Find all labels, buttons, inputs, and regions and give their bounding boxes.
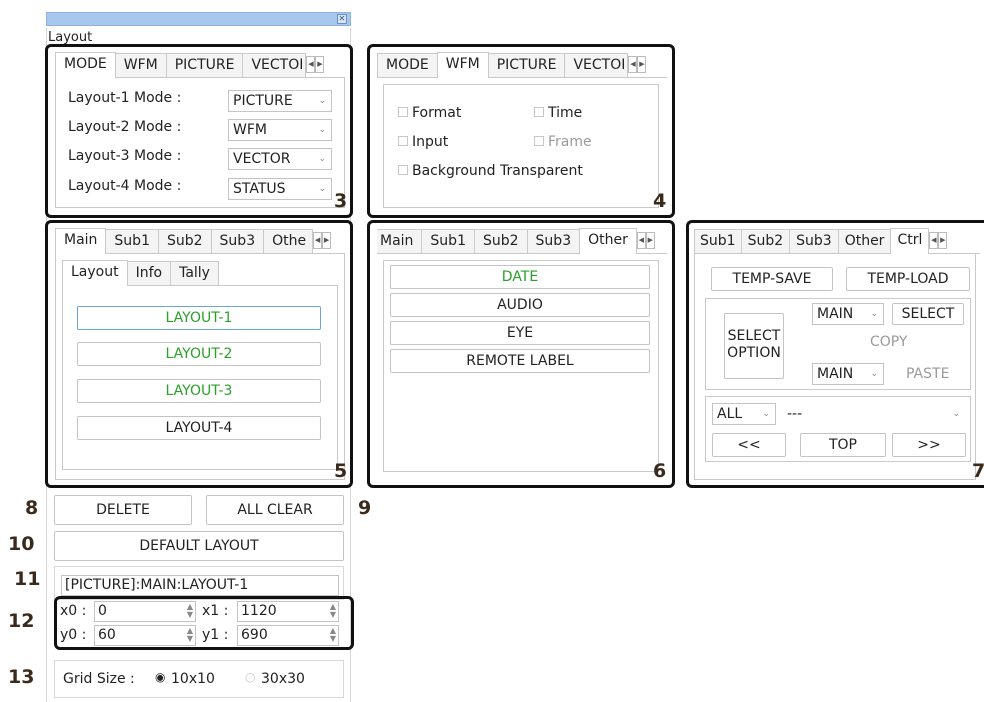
close-icon[interactable]: ✕	[337, 14, 347, 24]
callout-number-9: 9	[358, 497, 372, 519]
title-bar: ✕	[46, 12, 351, 26]
callout-frame-12	[54, 596, 354, 650]
callout-number-13: 13	[8, 666, 35, 688]
callout-number-6: 6	[653, 460, 667, 482]
grid-size-group: Grid Size : ◉ 10x10 ○ 30x30	[54, 660, 344, 698]
radio-selected-icon[interactable]: ◉	[155, 670, 165, 684]
grid-size-label: Grid Size :	[63, 671, 135, 687]
callout-number-8: 8	[25, 497, 39, 519]
callout-number-4: 4	[653, 190, 667, 212]
callout-number-10: 10	[8, 533, 35, 555]
grid-10x10-label: 10x10	[171, 671, 215, 687]
callout-number-7: 7	[972, 460, 984, 482]
status-group: [PICTURE]:MAIN:LAYOUT-1	[54, 566, 344, 600]
grid-30x30-label: 30x30	[261, 671, 305, 687]
callout-number-11: 11	[14, 568, 41, 590]
callout-frame-6	[367, 220, 675, 488]
callout-frame-5	[45, 220, 353, 488]
callout-number-3: 3	[334, 190, 348, 212]
all-clear-button[interactable]: ALL CLEAR	[206, 495, 344, 525]
callout-frame-3	[45, 44, 353, 218]
layout-path-display: [PICTURE]:MAIN:LAYOUT-1	[61, 575, 339, 596]
window-title: Layout	[48, 30, 93, 45]
callout-frame-7	[686, 220, 984, 488]
callout-number-12: 12	[8, 610, 35, 632]
callout-frame-4	[367, 44, 675, 218]
default-layout-button[interactable]: DEFAULT LAYOUT	[54, 531, 344, 561]
callout-number-5: 5	[334, 460, 348, 482]
delete-button[interactable]: DELETE	[54, 495, 192, 525]
radio-unselected-icon[interactable]: ○	[245, 670, 255, 684]
